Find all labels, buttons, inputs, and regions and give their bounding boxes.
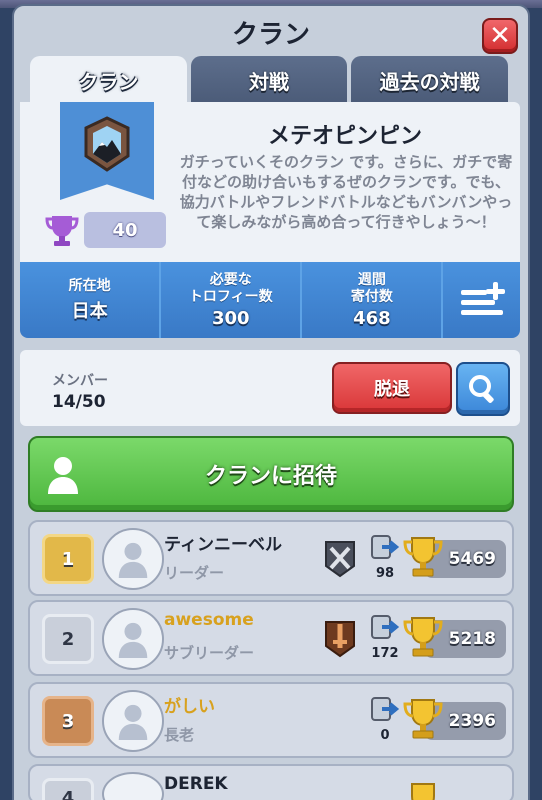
close-button[interactable]: ✕ [482, 18, 518, 54]
stat-required-trophies-label: 必要な トロフィー数 [188, 271, 273, 305]
member-role: リーダー [164, 564, 225, 582]
member-row[interactable]: 4 DEREK [28, 764, 514, 800]
rank-badge: 4 [42, 778, 94, 800]
tab-bar: クラン 対戦 過去の対戦 [30, 56, 509, 104]
close-icon: ✕ [489, 21, 511, 51]
stat-weekly-donations-label: 週間 寄付数 [350, 271, 393, 305]
rank-badge: 3 [42, 696, 94, 746]
list-add-icon [460, 282, 505, 315]
avatar [102, 690, 164, 752]
tab-war[interactable]: 対戦 [190, 56, 348, 104]
stat-weekly-donations: 週間 寄付数 468 [302, 262, 444, 338]
member-role: サブリーダー [164, 644, 255, 662]
clan-description: ガチっていくそのクラン です。さらに、ガチで寄付などの助け合いもするぜのクランで… [179, 153, 513, 231]
member-name: DEREK [164, 774, 228, 794]
invite-to-clan-button[interactable]: クランに招待 [28, 436, 514, 512]
clan-trophy-count: 40 [84, 212, 166, 248]
rank-badge: 1 [42, 534, 94, 584]
stat-weekly-donations-value: 468 [353, 307, 391, 329]
member-row[interactable]: 1 ティンニーベル リーダー 98 5469 [28, 520, 514, 596]
rank-badge: 2 [42, 614, 94, 664]
donation-count: 0 [380, 728, 390, 743]
members-header: メンバー 14/50 脱退 [20, 350, 520, 426]
tab-past-wars[interactable]: 過去の対戦 [351, 56, 509, 104]
members-label: メンバー [52, 373, 108, 389]
clan-badge-banner [60, 102, 154, 200]
clan-badge-icon [84, 116, 130, 172]
stat-location-label: 所在地 [68, 277, 111, 294]
stat-location: 所在地 日本 [20, 262, 162, 338]
stat-required-trophies-value: 300 [211, 307, 250, 329]
donate-card-icon [371, 615, 400, 639]
title-bar: クラン ✕ [14, 6, 528, 58]
avatar [102, 772, 164, 800]
trophy-icon [403, 537, 443, 577]
invite-label: クランに招待 [204, 464, 337, 489]
members-count: 14/50 [52, 392, 106, 412]
search-button[interactable] [456, 362, 510, 416]
avatar [102, 528, 164, 590]
member-name: がしい [164, 697, 215, 717]
stat-location-value: 日本 [71, 300, 108, 322]
purple-trophy-icon [45, 216, 79, 246]
trophy-icon [411, 783, 435, 800]
leave-clan-button[interactable]: 脱退 [332, 362, 452, 414]
clan-menu-button[interactable] [443, 262, 520, 338]
avatar [102, 608, 164, 670]
donate-card-icon [371, 535, 400, 559]
clan-stats-bar: 所在地 日本 必要な トロフィー数 300 週間 寄付数 468 [20, 262, 520, 338]
donate-card-icon [371, 697, 400, 721]
member-name: awesome [164, 610, 254, 630]
member-row[interactable]: 3 がしい 長老 0 2396 [28, 682, 514, 758]
trophy-icon [403, 617, 443, 657]
member-name: ティンニーベル [164, 535, 282, 555]
bronze-sword-icon [325, 621, 355, 658]
donation-count: 98 [375, 566, 395, 581]
search-icon [469, 375, 494, 403]
clan-info-card: 40 メテオピンピン ガチっていくそのクラン です。さらに、ガチで寄付などの助け… [20, 102, 520, 262]
member-row[interactable]: 2 awesome サブリーダー 172 5218 [28, 600, 514, 676]
tab-clan[interactable]: クラン [30, 56, 187, 104]
page-title: クラン [231, 19, 310, 50]
stat-required-trophies: 必要な トロフィー数 300 [161, 262, 303, 338]
donation-count: 172 [371, 646, 399, 661]
clan-name: メテオピンピン [267, 124, 422, 149]
trophy-icon [403, 699, 443, 739]
crossed-swords-icon [325, 541, 355, 578]
member-role: 長老 [164, 726, 195, 744]
